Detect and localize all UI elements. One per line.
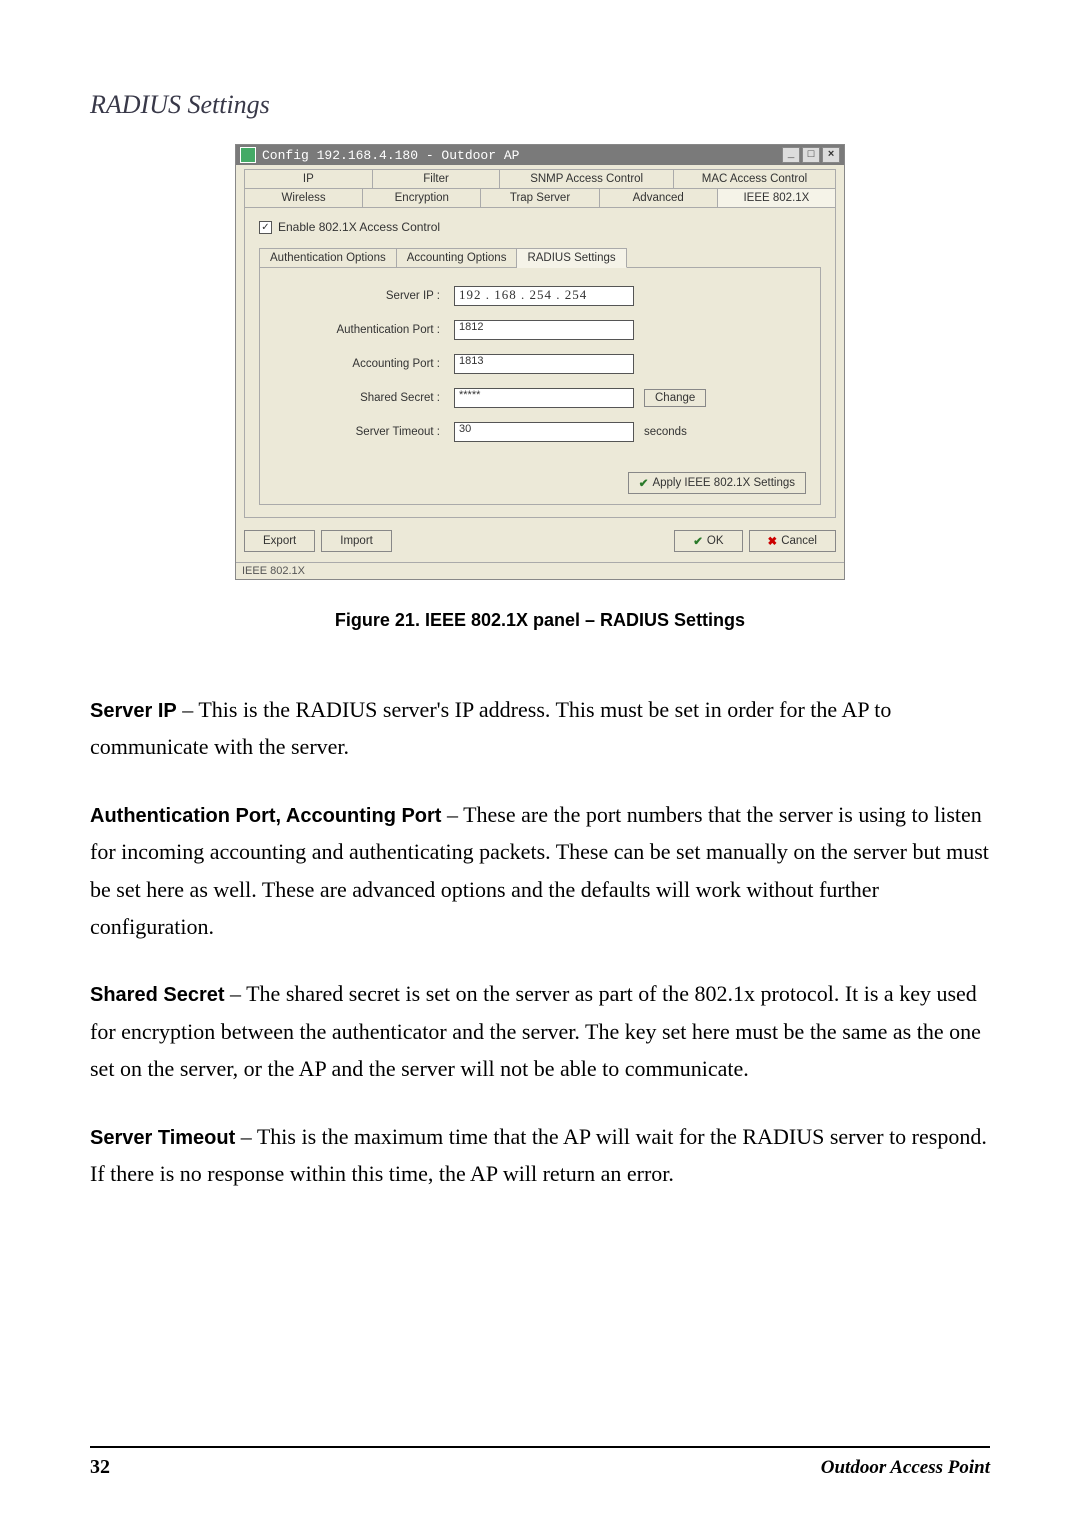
term-secret: Shared Secret <box>90 984 225 1006</box>
shared-secret-label: Shared Secret : <box>274 392 454 404</box>
tab-encryption[interactable]: Encryption <box>363 188 481 207</box>
server-ip-label: Server IP : <box>274 290 454 302</box>
server-ip-input[interactable]: 192 . 168 . 254 . 254 <box>454 286 634 306</box>
tab-advanced[interactable]: Advanced <box>600 188 718 207</box>
acct-port-label: Accounting Port : <box>274 358 454 370</box>
footer-title: Outdoor Access Point <box>821 1457 990 1479</box>
ok-button[interactable]: ✔OK <box>674 530 742 552</box>
server-timeout-input[interactable]: 30 <box>454 422 634 442</box>
tabs-row-1: IP Filter SNMP Access Control MAC Access… <box>244 169 836 188</box>
tab-trap[interactable]: Trap Server <box>481 188 599 207</box>
term-server-ip: Server IP <box>90 700 177 722</box>
change-button[interactable]: Change <box>644 389 706 407</box>
page-footer: 32 Outdoor Access Point <box>90 1446 990 1479</box>
text-server-ip: – This is the RADIUS server's IP address… <box>90 697 891 759</box>
export-button[interactable]: Export <box>244 530 315 552</box>
auth-port-label: Authentication Port : <box>274 324 454 336</box>
import-button[interactable]: Import <box>321 530 392 552</box>
enable-8021x-checkbox[interactable]: ✓ <box>259 221 272 234</box>
tab-ieee8021x[interactable]: IEEE 802.1X <box>718 188 836 207</box>
enable-8021x-label: Enable 802.1X Access Control <box>278 220 440 234</box>
term-timeout: Server Timeout <box>90 1127 235 1149</box>
app-icon <box>240 147 256 163</box>
cancel-button[interactable]: ✖Cancel <box>749 530 836 552</box>
figure-caption: Figure 21. IEEE 802.1X panel – RADIUS Se… <box>90 610 990 631</box>
body-text: Server IP – This is the RADIUS server's … <box>90 691 990 1192</box>
text-secret: – The shared secret is set on the server… <box>90 981 981 1081</box>
apply-settings-button[interactable]: ✔ Apply IEEE 802.1X Settings <box>628 472 806 494</box>
config-window-screenshot: Config 192.168.4.180 - Outdoor AP _ □ × … <box>235 144 845 580</box>
term-ports: Authentication Port, Accounting Port <box>90 805 441 827</box>
close-icon[interactable]: × <box>822 147 840 163</box>
x-icon: ✖ <box>768 534 778 548</box>
check-icon: ✔ <box>639 476 649 490</box>
check-icon: ✔ <box>693 534 703 548</box>
shared-secret-input[interactable]: ***** <box>454 388 634 408</box>
subtab-radius-settings[interactable]: RADIUS Settings <box>517 248 626 268</box>
tab-filter[interactable]: Filter <box>373 169 501 188</box>
tabs-row-2: Wireless Encryption Trap Server Advanced… <box>244 188 836 207</box>
subtab-acct-options[interactable]: Accounting Options <box>397 248 518 268</box>
tab-mac[interactable]: MAC Access Control <box>674 169 836 188</box>
tab-wireless[interactable]: Wireless <box>244 188 363 207</box>
status-bar: IEEE 802.1X <box>236 562 844 579</box>
subtab-auth-options[interactable]: Authentication Options <box>259 248 397 268</box>
auth-port-input[interactable]: 1812 <box>454 320 634 340</box>
window-title: Config 192.168.4.180 - Outdoor AP <box>262 148 519 163</box>
acct-port-input[interactable]: 1813 <box>454 354 634 374</box>
seconds-label: seconds <box>644 426 687 438</box>
tab-snmp[interactable]: SNMP Access Control <box>500 169 674 188</box>
minimize-icon[interactable]: _ <box>782 147 800 163</box>
tab-ip[interactable]: IP <box>244 169 373 188</box>
maximize-icon[interactable]: □ <box>802 147 820 163</box>
section-title: RADIUS Settings <box>90 90 990 120</box>
window-titlebar: Config 192.168.4.180 - Outdoor AP _ □ × <box>236 145 844 165</box>
server-timeout-label: Server Timeout : <box>274 426 454 438</box>
page-number: 32 <box>90 1456 110 1479</box>
